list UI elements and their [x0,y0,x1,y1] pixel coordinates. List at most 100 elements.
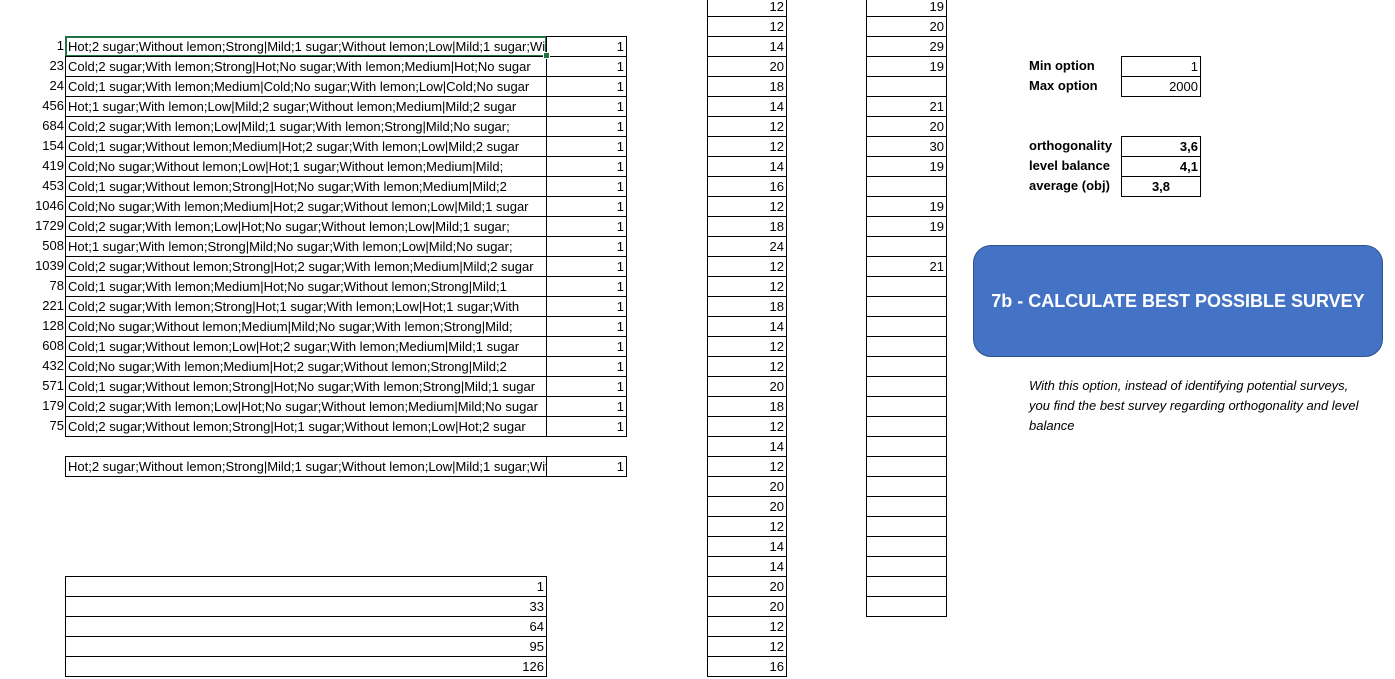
survey-combination-cell[interactable]: Cold;1 sugar;Without lemon;Medium|Hot;2 … [65,136,547,157]
column-f-cell[interactable]: 12 [707,196,787,217]
survey-combination-cell[interactable]: Cold;2 sugar;Without lemon;Strong|Hot;2 … [65,256,547,277]
column-f-cell[interactable]: 18 [707,216,787,237]
column-f-cell[interactable]: 12 [707,256,787,277]
column-f-cell[interactable]: 12 [707,0,787,17]
survey-combination-cell[interactable]: Cold;2 sugar;With lemon;Low|Mild;1 sugar… [65,116,547,137]
column-h-cell[interactable]: 19 [866,216,947,237]
survey-combination-cell[interactable]: Cold;2 sugar;With lemon;Strong|Hot;1 sug… [65,296,547,317]
column-f-cell[interactable]: 20 [707,596,787,617]
column-f-cell[interactable]: 12 [707,636,787,657]
column-f-cell[interactable]: 24 [707,236,787,257]
survey-value-cell[interactable]: 1 [546,96,627,117]
column-f-cell[interactable]: 14 [707,36,787,57]
column-f-cell[interactable]: 14 [707,156,787,177]
orthogonality-cell[interactable]: 3,6 [1121,136,1201,157]
survey-value-cell[interactable]: 1 [546,336,627,357]
survey-combination-cell[interactable]: Cold;No sugar;Without lemon;Low|Hot;1 su… [65,156,547,177]
survey-value-cell[interactable]: 1 [546,36,627,57]
column-h-cell[interactable]: 19 [866,156,947,177]
column-f-cell[interactable]: 16 [707,656,787,677]
column-f-cell[interactable]: 20 [707,476,787,497]
lower-column-cell[interactable]: 64 [65,616,547,637]
min-option-cell[interactable]: 1 [1121,56,1201,77]
column-f-cell[interactable]: 20 [707,576,787,597]
column-h-cell[interactable]: 19 [866,196,947,217]
survey-combination-cell[interactable]: Cold;No sugar;With lemon;Medium|Hot;2 su… [65,196,547,217]
lower-column-cell[interactable]: 126 [65,656,547,677]
survey-value-cell[interactable]: 1 [546,396,627,417]
column-h-cell[interactable] [866,416,947,437]
column-h-cell[interactable] [866,316,947,337]
lower-column-cell[interactable]: 95 [65,636,547,657]
column-h-cell[interactable] [866,236,947,257]
survey-combination-cell[interactable]: Cold;1 sugar;Without lemon;Strong|Hot;No… [65,376,547,397]
survey-combination-cell[interactable]: Hot;2 sugar;Without lemon;Strong|Mild;1 … [65,36,547,57]
column-f-cell[interactable]: 12 [707,616,787,637]
column-h-cell[interactable] [866,476,947,497]
survey-combination-cell[interactable]: Cold;No sugar;Without lemon;Medium|Mild;… [65,316,547,337]
survey-value-cell[interactable]: 1 [546,176,627,197]
column-f-cell[interactable]: 16 [707,176,787,197]
survey-value-cell[interactable]: 1 [546,356,627,377]
survey-value-cell[interactable]: 1 [546,316,627,337]
max-option-cell[interactable]: 2000 [1121,76,1201,97]
summary-value-cell[interactable]: 1 [546,456,627,477]
survey-value-cell[interactable]: 1 [546,236,627,257]
level-balance-cell[interactable]: 4,1 [1121,156,1201,177]
survey-value-cell[interactable]: 1 [546,136,627,157]
survey-combination-cell[interactable]: Cold;1 sugar;With lemon;Medium|Cold;No s… [65,76,547,97]
column-f-cell[interactable]: 20 [707,376,787,397]
survey-value-cell[interactable]: 1 [546,256,627,277]
column-f-cell[interactable]: 14 [707,436,787,457]
column-h-cell[interactable] [866,376,947,397]
survey-value-cell[interactable]: 1 [546,116,627,137]
column-f-cell[interactable]: 12 [707,16,787,37]
selection-fill-handle[interactable] [543,52,550,59]
column-h-cell[interactable]: 21 [866,256,947,277]
column-f-cell[interactable]: 18 [707,296,787,317]
column-f-cell[interactable]: 12 [707,276,787,297]
survey-value-cell[interactable]: 1 [546,416,627,437]
survey-value-cell[interactable]: 1 [546,376,627,397]
column-h-cell[interactable] [866,456,947,477]
column-h-cell[interactable]: 29 [866,36,947,57]
survey-combination-cell[interactable]: Cold;2 sugar;Without lemon;Strong|Hot;1 … [65,416,547,437]
column-f-cell[interactable]: 12 [707,456,787,477]
column-h-cell[interactable] [866,296,947,317]
survey-combination-cell[interactable]: Cold;1 sugar;Without lemon;Low|Hot;2 sug… [65,336,547,357]
column-h-cell[interactable]: 20 [866,116,947,137]
column-h-cell[interactable]: 20 [866,16,947,37]
column-h-cell[interactable] [866,176,947,197]
survey-combination-cell[interactable]: Hot;1 sugar;With lemon;Low|Mild;2 sugar;… [65,96,547,117]
survey-combination-cell[interactable]: Hot;1 sugar;With lemon;Strong|Mild;No su… [65,236,547,257]
column-f-cell[interactable]: 14 [707,536,787,557]
survey-value-cell[interactable]: 1 [546,296,627,317]
column-f-cell[interactable]: 18 [707,396,787,417]
column-f-cell[interactable]: 14 [707,96,787,117]
column-h-cell[interactable] [866,536,947,557]
column-h-cell[interactable] [866,436,947,457]
survey-value-cell[interactable]: 1 [546,56,627,77]
column-f-cell[interactable]: 20 [707,56,787,77]
survey-combination-cell[interactable]: Cold;1 sugar;With lemon;Medium|Hot;No su… [65,276,547,297]
lower-column-cell[interactable]: 1 [65,576,547,597]
column-f-cell[interactable]: 14 [707,556,787,577]
survey-combination-cell[interactable]: Cold;2 sugar;With lemon;Low|Hot;No sugar… [65,216,547,237]
column-h-cell[interactable] [866,516,947,537]
survey-combination-cell[interactable]: Cold;2 sugar;With lemon;Strong|Hot;No su… [65,56,547,77]
survey-value-cell[interactable]: 1 [546,216,627,237]
column-h-cell[interactable] [866,576,947,597]
column-h-cell[interactable]: 19 [866,0,947,17]
survey-value-cell[interactable]: 1 [546,156,627,177]
column-h-cell[interactable]: 19 [866,56,947,77]
column-f-cell[interactable]: 12 [707,136,787,157]
column-h-cell[interactable] [866,556,947,577]
column-f-cell[interactable]: 14 [707,316,787,337]
column-f-cell[interactable]: 12 [707,336,787,357]
survey-value-cell[interactable]: 1 [546,196,627,217]
column-f-cell[interactable]: 12 [707,516,787,537]
column-h-cell[interactable] [866,496,947,517]
survey-combination-cell[interactable]: Cold;No sugar;With lemon;Medium|Hot;2 su… [65,356,547,377]
calculate-best-survey-button[interactable]: 7b - CALCULATE BEST POSSIBLE SURVEY [973,245,1383,357]
column-h-cell[interactable] [866,276,947,297]
